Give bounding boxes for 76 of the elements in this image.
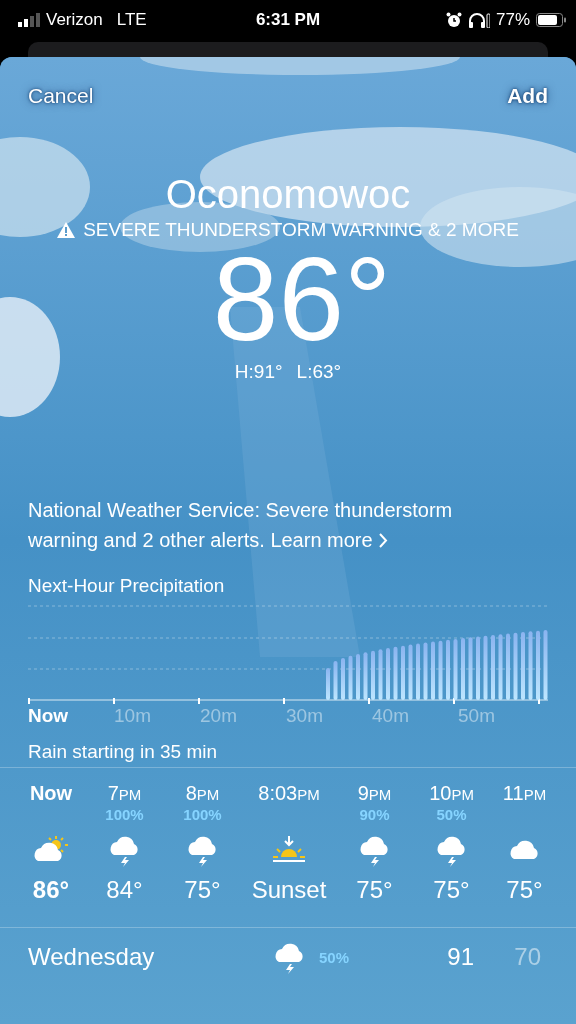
hour-label: 7PM <box>107 782 142 806</box>
battery-icon <box>536 13 566 27</box>
precipitation-bar <box>341 658 345 700</box>
hour-label: 8PM <box>185 782 220 806</box>
precipitation-bar <box>438 640 443 700</box>
precipitation-bar <box>401 645 405 700</box>
precipitation-bar <box>528 631 533 700</box>
rain-chance: 90% <box>359 806 390 823</box>
clock: 6:31 PM <box>255 10 321 30</box>
precipitation-bar <box>431 641 435 700</box>
hour-temperature: 75° <box>356 876 393 904</box>
precipitation-bar <box>363 652 368 700</box>
carrier-name: Verizon <box>46 10 103 30</box>
time-axis-label: 50m <box>458 705 495 728</box>
battery-percent: 77% <box>495 10 530 30</box>
precipitation-bar <box>386 648 390 700</box>
time-axis-label: 20m <box>200 705 237 728</box>
alert-text: National Weather Service: Severe thunderstorm warning and 2 other alerts. Learn more <box>28 495 506 555</box>
network-type: LTE <box>116 10 147 30</box>
precipitation-bar <box>491 634 495 700</box>
rain-chance: 50% <box>436 806 467 823</box>
precipitation-bar <box>326 668 330 700</box>
precipitation-bar <box>393 646 398 700</box>
low-temperature: 70 <box>513 943 541 971</box>
hour-label: 8:03PM <box>258 782 320 806</box>
precipitation-bar <box>536 630 540 700</box>
headphones-icon <box>467 12 490 28</box>
hour-temperature: 75° <box>184 876 221 904</box>
high-temperature: 91 <box>446 943 474 971</box>
cancel-button[interactable]: Cancel <box>28 81 94 111</box>
chevron-right-icon <box>378 532 388 548</box>
hour-label: Now <box>29 782 73 806</box>
hour-label: 10PM <box>429 782 474 806</box>
alarm-icon <box>445 12 462 28</box>
signal-icon <box>18 13 40 27</box>
precipitation-bar <box>408 644 413 700</box>
rain-chance: 100% <box>105 806 144 823</box>
rain-summary: Rain starting in 35 min <box>28 741 219 764</box>
sunset-icon <box>272 835 306 865</box>
precipitation-bar <box>476 636 480 700</box>
precipitation-bar <box>468 637 473 700</box>
precipitation-bar <box>506 633 510 700</box>
precipitation-bar <box>423 642 428 700</box>
precipitation-bar <box>453 638 458 700</box>
hour-temperature: 86° <box>32 876 70 904</box>
precipitation-bar <box>483 635 488 700</box>
precipitation-title: Next-Hour Precipitation <box>28 575 226 597</box>
add-button[interactable]: Add <box>507 81 548 111</box>
time-axis-label: 40m <box>372 705 409 728</box>
day-name: Wednesday <box>28 943 156 971</box>
hour-label: 11PM <box>502 782 547 806</box>
hour-temperature: 75° <box>433 876 470 904</box>
time-axis-label: 10m <box>114 705 151 728</box>
precipitation-bar <box>333 660 338 700</box>
hour-label: 9PM <box>357 782 392 806</box>
precipitation-bar <box>378 649 383 700</box>
high-temperature: H:91° <box>234 361 283 383</box>
learn-more-link[interactable]: Learn more <box>270 525 388 555</box>
precipitation-bar <box>521 632 525 700</box>
precipitation-bar <box>543 630 548 700</box>
precipitation-bar <box>461 638 465 700</box>
precipitation-bar <box>371 650 375 700</box>
precipitation-bar <box>513 632 518 700</box>
precipitation-bar <box>356 653 360 700</box>
hour-temperature: Sunset <box>251 876 327 904</box>
time-axis-label: Now <box>28 705 69 728</box>
precipitation-bar <box>446 639 450 700</box>
time-axis-label: 30m <box>286 705 323 728</box>
precipitation-bar <box>348 655 353 700</box>
hour-temperature: 75° <box>506 876 543 904</box>
warning-icon <box>57 222 76 238</box>
precipitation-bar <box>498 634 503 700</box>
hour-temperature: 84° <box>106 876 143 904</box>
low-temperature: L:63° <box>296 361 342 383</box>
precipitation-bar <box>416 643 420 700</box>
rain-chance: 100% <box>183 806 222 823</box>
